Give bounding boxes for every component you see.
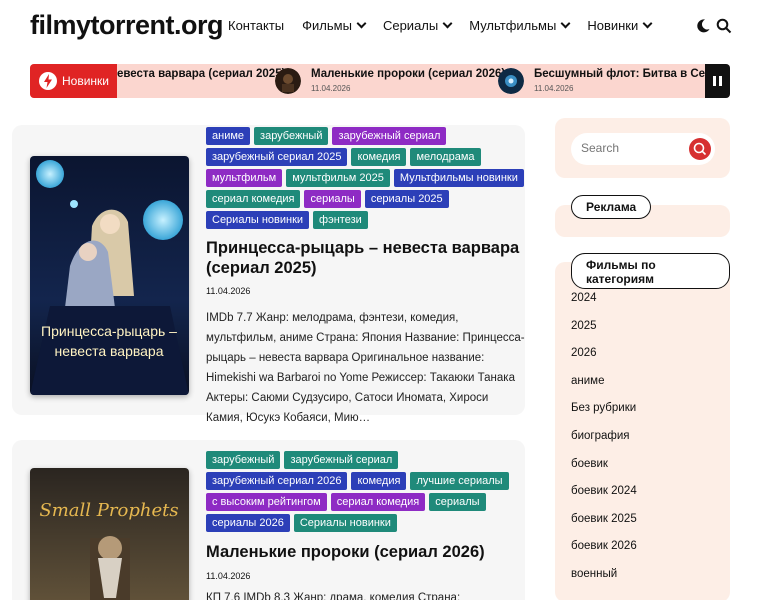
tag-link[interactable]: с высоким рейтингом bbox=[206, 493, 327, 511]
tag-link[interactable]: зарубежный сериал bbox=[284, 451, 399, 469]
search-input[interactable] bbox=[581, 141, 681, 155]
tag-link[interactable]: Сериалы новинки bbox=[206, 211, 310, 229]
nav-item-label: Сериалы bbox=[382, 18, 439, 33]
ticker-thumbnail bbox=[275, 68, 301, 94]
chevron-down-icon bbox=[642, 18, 653, 29]
lightning-icon bbox=[39, 72, 57, 90]
poster-image: Принцесса-рыцарь – невеста варвара bbox=[30, 156, 189, 395]
tag-link[interactable]: сериал комедия bbox=[206, 190, 301, 208]
chevron-down-icon bbox=[560, 18, 571, 29]
tag-link[interactable]: лучшие сериалы bbox=[410, 472, 509, 490]
nav-item-label: Контакты bbox=[228, 18, 285, 33]
tag-link[interactable]: зарубежный bbox=[254, 127, 329, 145]
category-item[interactable]: 2026 bbox=[571, 343, 637, 371]
nav-item-films[interactable]: Фильмы bbox=[302, 18, 367, 33]
ticker-item[interactable]: Бесшумный флот: Битва в Северн 11.04.202… bbox=[498, 64, 730, 98]
post-date: 11.04.2026 bbox=[206, 571, 251, 581]
ticker-item-date: 11.04.2026 bbox=[311, 84, 351, 93]
tag-link[interactable]: сериалы bbox=[304, 190, 361, 208]
post-tags: зарубежный зарубежный сериал зарубежный се… bbox=[206, 451, 526, 532]
tag-link[interactable]: комедия bbox=[351, 148, 407, 166]
post-poster[interactable]: Принцесса-рыцарь – невеста варвара bbox=[30, 156, 189, 395]
nav-item-label: Новинки bbox=[587, 18, 639, 33]
ticker-item[interactable]: невеста варвара (сериал 2025) bbox=[110, 64, 290, 98]
main-nav: Контакты Фильмы Сериалы Мультфильмы Нови… bbox=[228, 18, 669, 33]
ads-heading: Реклама bbox=[571, 195, 652, 219]
search-icon bbox=[693, 142, 707, 156]
ticker-item-title: Маленькие пророки (сериал 2026) bbox=[311, 68, 506, 80]
post-tags: аниме зарубежный зарубежный сериал зарубежн… bbox=[206, 127, 526, 229]
category-item[interactable]: боевик 2025 bbox=[571, 509, 637, 537]
tag-link[interactable]: сериалы bbox=[429, 493, 486, 511]
ticker-item-date: 11.04.2026 bbox=[534, 84, 574, 93]
post-poster[interactable]: Small Prophets bbox=[30, 468, 189, 600]
dark-mode-moon-icon[interactable] bbox=[695, 18, 711, 34]
category-list: 2024 2025 2026 аниме Без рубрики биография бое… bbox=[571, 288, 637, 592]
tag-link[interactable]: комедия bbox=[351, 472, 407, 490]
category-item[interactable]: 2025 bbox=[571, 316, 637, 344]
category-item[interactable]: боевик 2024 bbox=[571, 481, 637, 509]
tag-link[interactable]: аниме bbox=[206, 127, 251, 145]
categories-heading: Фильмы по категориям bbox=[571, 253, 730, 289]
category-item[interactable]: Без рубрики bbox=[571, 398, 637, 426]
ticker-item-title: невеста варвара (сериал 2025) bbox=[110, 68, 286, 80]
search-button[interactable] bbox=[689, 138, 711, 160]
post-date: 11.04.2026 bbox=[206, 286, 251, 296]
tag-link[interactable]: мелодрама bbox=[410, 148, 481, 166]
search-field-wrapper bbox=[571, 133, 715, 165]
tag-link[interactable]: сериал комедия bbox=[330, 493, 426, 511]
nav-item-label: Мультфильмы bbox=[469, 18, 557, 33]
ticker-badge: Новинки bbox=[30, 64, 117, 98]
tag-link[interactable]: Сериалы новинки bbox=[293, 514, 397, 532]
category-item[interactable]: боевик bbox=[571, 454, 637, 482]
tag-link[interactable]: зарубежный сериал 2026 bbox=[206, 472, 348, 490]
chevron-down-icon bbox=[356, 18, 367, 29]
tag-link[interactable]: сериалы 2026 bbox=[206, 514, 290, 532]
pause-icon bbox=[713, 76, 716, 86]
category-item[interactable]: 2024 bbox=[571, 288, 637, 316]
tag-link[interactable]: зарубежный bbox=[206, 451, 281, 469]
tag-link[interactable]: зарубежный сериал bbox=[332, 127, 447, 145]
site-header: filmytorrent.org Контакты Фильмы Сериалы… bbox=[0, 0, 760, 56]
category-item[interactable]: биография bbox=[571, 426, 637, 454]
tag-link[interactable]: фэнтези bbox=[313, 211, 368, 229]
poster-title-text: Small Prophets bbox=[39, 500, 178, 521]
news-ticker: Новинки невеста варвара (сериал 2025) Ма… bbox=[30, 64, 730, 98]
nav-item-cartoons[interactable]: Мультфильмы bbox=[469, 18, 571, 33]
ticker-badge-label: Новинки bbox=[62, 74, 109, 88]
nav-item-series[interactable]: Сериалы bbox=[382, 18, 453, 33]
post-excerpt: КП 7.6 IMDb 8.3 Жанр: драма, комедия Стр… bbox=[206, 592, 461, 600]
tag-link[interactable]: мультфильм bbox=[206, 169, 283, 187]
category-item[interactable]: боевик 2026 bbox=[571, 536, 637, 564]
nav-item-label: Фильмы bbox=[302, 18, 352, 33]
category-item[interactable]: военный bbox=[571, 564, 637, 592]
poster-image: Small Prophets bbox=[30, 468, 189, 600]
post-excerpt: IMDb 7.7 Жанр: мелодрама, фэнтези, комед… bbox=[206, 312, 525, 424]
ticker-item-title: Бесшумный флот: Битва в Северн bbox=[534, 68, 730, 80]
ticker-pause-button[interactable] bbox=[705, 64, 730, 98]
post-title[interactable]: Маленькие пророки (сериал 2026) bbox=[206, 542, 526, 562]
svg-text:невеста варвара: невеста варвара bbox=[54, 343, 163, 359]
nav-item-new[interactable]: Новинки bbox=[587, 18, 653, 33]
category-item[interactable]: аниме bbox=[571, 371, 637, 399]
tag-link[interactable]: зарубежный сериал 2025 bbox=[206, 148, 348, 166]
tag-link[interactable]: сериалы 2025 bbox=[364, 190, 449, 208]
tag-link[interactable]: мультфильм 2025 bbox=[286, 169, 390, 187]
post-title[interactable]: Принцесса-рыцарь – невеста варвара (сери… bbox=[206, 238, 526, 278]
poster-title-text: Принцесса-рыцарь – bbox=[41, 323, 177, 339]
ticker-thumbnail bbox=[498, 68, 524, 94]
ticker-item[interactable]: Маленькие пророки (сериал 2026) 11.04.20… bbox=[275, 64, 505, 98]
tag-link[interactable]: Мультфильмы новинки bbox=[393, 169, 524, 187]
nav-item-contacts[interactable]: Контакты bbox=[228, 18, 284, 33]
chevron-down-icon bbox=[442, 18, 453, 29]
site-logo[interactable]: filmytorrent.org bbox=[30, 10, 224, 41]
search-icon[interactable] bbox=[716, 18, 732, 34]
